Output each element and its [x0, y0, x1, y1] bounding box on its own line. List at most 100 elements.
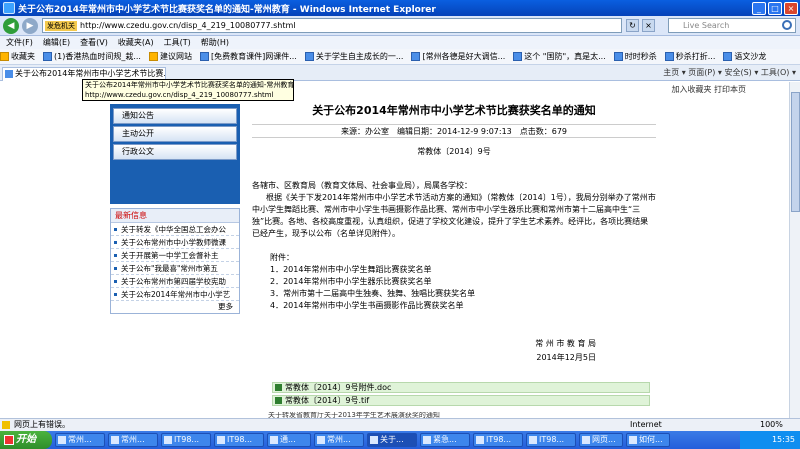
fav-item[interactable]: 时时秒杀 [613, 51, 657, 62]
fav-label: [常州各德是好大调信... [422, 52, 506, 61]
menu-file[interactable]: 文件(F) [6, 37, 33, 48]
sidebar-item-documents[interactable]: 行政公文 [113, 144, 237, 160]
article-meta: 来源：办公室 编辑日期：2014-12-9 9:07:13 点击数：679 [252, 124, 656, 138]
taskbar-item[interactable]: IT98... [161, 433, 211, 447]
fav-item[interactable]: 秒杀打折... [664, 51, 716, 62]
taskbar-item[interactable]: 紧急... [420, 433, 470, 447]
page-icon [411, 52, 421, 61]
list-item[interactable]: 关于转发《中华全国总工会办公 [111, 223, 239, 236]
list-item[interactable]: 关于公布常州市中小学教师微课 [111, 236, 239, 249]
app-icon [164, 436, 172, 444]
forward-button[interactable]: ▶ [22, 17, 38, 34]
download-label: 常教体〔2014〕9号附件.doc [285, 383, 392, 392]
taskbar-item-active[interactable]: 关于... [367, 433, 417, 447]
fav-item[interactable]: [常州各德是好大调信... [411, 51, 505, 62]
page-icon [199, 52, 209, 61]
page-icon [664, 52, 674, 61]
app-icon [629, 436, 637, 444]
more-link[interactable]: 更多 [111, 301, 239, 313]
menu-edit[interactable]: 编辑(E) [43, 37, 70, 48]
fav-label: 这个 "国防"，真是太... [524, 52, 606, 61]
fav-label: 收藏夹 [11, 52, 35, 61]
list-item[interactable]: 关于开展第一中学工会督补主 [111, 249, 239, 262]
sidebar-nav: 通知公告 主动公开 行政公文 [110, 104, 240, 204]
scrollbar-thumb[interactable] [791, 92, 800, 212]
attachment-icon [275, 397, 282, 404]
page-content: 加入收藏夹 打印本页 通知公告 主动公开 行政公文 最新信息 关于转发《中华全国… [0, 82, 800, 418]
taskbar-item[interactable]: 如何... [626, 433, 670, 447]
attachment-item: 1．2014年常州市中小学生舞蹈比赛获奖名单 [270, 265, 432, 274]
fav-label: 时时秒杀 [624, 52, 657, 61]
warning-icon[interactable] [2, 421, 10, 429]
menu-view[interactable]: 查看(V) [80, 37, 108, 48]
sidebar-item-notices[interactable]: 通知公告 [113, 108, 237, 124]
taskbar-item[interactable]: IT98... [526, 433, 576, 447]
minimize-button[interactable]: _ [752, 1, 766, 15]
list-item[interactable]: 关于公布常州市第四届学校宪助 [111, 275, 239, 288]
fav-item[interactable]: 这个 "国防"，真是太... [513, 51, 606, 62]
taskbar-item[interactable]: 常州... [314, 433, 364, 447]
search-input[interactable]: Live Search [668, 18, 796, 33]
star-icon [0, 52, 9, 61]
favorites-button[interactable]: 收藏夹 [0, 51, 35, 62]
address-bar[interactable]: 发危机关 http://www.czedu.gov.cn/disp_4_219_… [42, 18, 622, 33]
app-icon [423, 436, 431, 444]
scrollbar[interactable] [789, 82, 800, 418]
signature-org: 常 州 市 教 育 局 [535, 339, 596, 348]
article: 关于公布2014年常州市中小学艺术节比赛获奖名单的通知 来源：办公室 编辑日期：… [252, 102, 656, 364]
list-item[interactable]: 关于公布2014年常州市中小学艺 [111, 288, 239, 301]
app-icon [317, 436, 325, 444]
taskbar-item[interactable]: 常州... [108, 433, 158, 447]
start-button[interactable]: 开始 [0, 431, 52, 449]
fav-item[interactable]: [免费教育课件]网课件... [199, 51, 297, 62]
fav-label: 秒杀打折... [675, 52, 716, 61]
back-button[interactable]: ◀ [3, 17, 19, 34]
taskbar-item[interactable]: IT98... [214, 433, 264, 447]
print-link[interactable]: 打印本页 [714, 85, 746, 94]
app-icon [58, 436, 66, 444]
tooltip-url: http://www.czedu.gov.cn/disp_4_219_10080… [85, 91, 274, 99]
menu-help[interactable]: 帮助(H) [201, 37, 229, 48]
clock[interactable]: 15:35 [772, 435, 795, 444]
refresh-icon[interactable]: ↻ [626, 19, 639, 32]
taskbar-item[interactable]: 通... [267, 433, 311, 447]
add-favorite-link[interactable]: 加入收藏夹 [671, 85, 711, 94]
system-tray: 15:35 [740, 431, 800, 449]
latest-news-heading: 最新信息 [111, 209, 239, 223]
taskbar-item-label: 关于... [380, 435, 404, 444]
taskbar-item[interactable]: 常州... [55, 433, 105, 447]
app-icon [270, 436, 278, 444]
address-url[interactable]: http://www.czedu.gov.cn/disp_4_219_10080… [80, 21, 296, 30]
page-icon [5, 70, 13, 78]
zoom-level[interactable]: 100% [760, 419, 783, 431]
taskbar-item[interactable]: 网页... [579, 433, 623, 447]
download-link[interactable]: 常教体〔2014〕9号.tif [272, 395, 650, 406]
close-button[interactable]: × [784, 1, 798, 15]
app-icon [582, 436, 590, 444]
fav-item[interactable]: 建议网站 [148, 51, 192, 62]
fav-item[interactable]: 语文沙龙 [723, 51, 766, 62]
fav-label: (1)香港热血时间规_栽... [54, 52, 141, 61]
maximize-button[interactable]: □ [768, 1, 782, 15]
download-link[interactable]: 常教体〔2014〕9号附件.doc [272, 382, 650, 393]
list-item[interactable]: 关于公布"我最喜"常州市第五 [111, 262, 239, 275]
taskbar-item-label: IT98... [227, 435, 253, 444]
search-icon[interactable] [782, 20, 792, 30]
fav-item[interactable]: (1)香港热血时间规_栽... [43, 51, 141, 62]
menu-favorites[interactable]: 收藏夹(A) [118, 37, 154, 48]
page-icon [304, 52, 314, 61]
fav-label: 关于学生自主成长的一... [315, 52, 404, 61]
download-label: 常教体〔2014〕9号.tif [285, 396, 370, 405]
taskbar-item-label: 网页... [592, 435, 616, 444]
address-buttons: ↻ × [626, 19, 655, 32]
taskbar-item-label: 常州... [327, 435, 351, 444]
stop-icon[interactable]: × [642, 19, 655, 32]
attachments-list: 附件： 1．2014年常州市中小学生舞蹈比赛获奖名单 2．2014年常州市中小学… [252, 252, 656, 312]
fav-item[interactable]: 关于学生自主成长的一... [304, 51, 404, 62]
window-title: 关于公布2014年常州市中小学艺术节比赛获奖名单的通知-常州教育 - Windo… [18, 4, 436, 15]
sidebar-item-public[interactable]: 主动公开 [113, 126, 237, 142]
taskbar-item[interactable]: IT98... [473, 433, 523, 447]
fav-label: [免费教育课件]网课件... [210, 52, 297, 61]
command-bar[interactable]: 主页 ▾ 页面(P) ▾ 安全(S) ▾ 工具(O) ▾ [663, 67, 796, 78]
menu-tools[interactable]: 工具(T) [164, 37, 191, 48]
